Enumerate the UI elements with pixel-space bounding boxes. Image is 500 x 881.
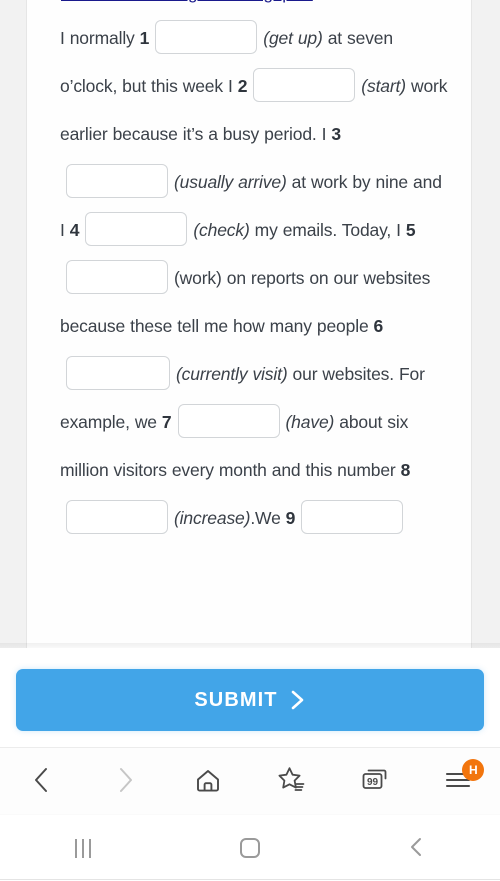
exercise-text: my emails. Today, I (249, 220, 406, 240)
gap-number: 7 (161, 412, 172, 432)
submit-button-label: SUBMIT (194, 688, 278, 711)
gap-input-5[interactable] (66, 260, 168, 295)
gap-number: 2 (237, 76, 248, 96)
exercise-text: I normally (60, 28, 140, 48)
gap-input-1[interactable] (155, 20, 258, 55)
svg-text:99: 99 (367, 777, 379, 788)
submit-bar: SUBMIT (0, 651, 500, 748)
browser-bookmarks-button[interactable] (250, 748, 333, 814)
recents-icon (75, 838, 92, 858)
gap-input-9[interactable] (301, 500, 404, 535)
gap-input-8[interactable] (66, 500, 168, 535)
gap-number: 4 (69, 220, 80, 240)
home-icon (193, 766, 223, 797)
back-chevron-icon (406, 835, 428, 862)
gap-number: 3 (331, 124, 341, 144)
verb-cue: (usually arrive) (174, 172, 287, 192)
android-home-button[interactable] (167, 815, 334, 881)
web-page-viewport: www.exercise-english.com/gap-fill I norm… (0, 0, 500, 648)
verb-cue: (check) (193, 220, 250, 240)
verb-cue: (currently visit) (176, 364, 288, 384)
phone-screen: www.exercise-english.com/gap-fill I norm… (0, 0, 500, 881)
browser-toolbar: 99 H (0, 748, 500, 814)
browser-forward-button[interactable] (83, 748, 166, 814)
exercise-text: .We (250, 508, 286, 528)
android-back-button[interactable] (333, 815, 500, 881)
chevron-left-icon (29, 765, 55, 798)
tabs-icon: 99 (359, 765, 391, 798)
submit-button[interactable]: SUBMIT (16, 669, 484, 731)
screen-bottom-divider (0, 879, 500, 880)
verb-cue: (have) (285, 412, 335, 432)
top-link-strip: www.exercise-english.com/gap-fill (61, 0, 371, 4)
browser-tabs-button[interactable]: 99 (333, 748, 416, 814)
chevron-right-icon (112, 765, 138, 798)
chevron-right-icon (290, 689, 306, 711)
page-bottom-shadow (0, 643, 500, 648)
gap-number: 1 (139, 28, 150, 48)
menu-badge: H (462, 759, 485, 781)
verb-cue: (increase) (174, 508, 251, 528)
verb-cue: (get up) (263, 28, 323, 48)
verb-cue: (work) (174, 268, 222, 288)
gap-input-2[interactable] (253, 68, 356, 103)
gap-number: 9 (285, 508, 296, 528)
gap-input-7[interactable] (177, 404, 280, 439)
exercise-content-card: www.exercise-english.com/gap-fill I norm… (26, 0, 472, 648)
page-top-link[interactable]: www.exercise-english.com/gap-fill (61, 0, 371, 4)
browser-home-button[interactable] (167, 748, 250, 814)
browser-menu-button[interactable]: H (417, 748, 500, 814)
gap-fill-exercise-text: I normally 1 (get up) at seven o’clock, b… (60, 14, 448, 542)
home-circle-icon (240, 838, 260, 858)
gap-input-4[interactable] (85, 212, 188, 247)
android-navigation-bar (0, 814, 500, 881)
verb-cue: (start) (361, 76, 406, 96)
gap-input-3[interactable] (66, 164, 168, 199)
gap-number: 5 (405, 220, 416, 240)
gap-number: 6 (373, 316, 384, 336)
android-recents-button[interactable] (0, 815, 167, 881)
gap-input-6[interactable] (66, 356, 170, 391)
gap-number: 8 (400, 460, 411, 480)
browser-back-button[interactable] (0, 748, 83, 814)
star-bookmark-icon (276, 765, 308, 798)
